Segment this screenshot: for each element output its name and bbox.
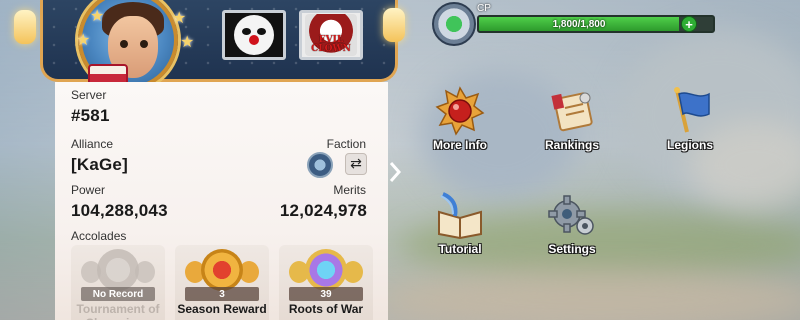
cp-value-text: 1,800/1,800 <box>552 18 606 30</box>
settings-button[interactable]: Settings <box>527 190 617 262</box>
background-stone-path <box>380 270 800 320</box>
accolade-count-badge: 3 <box>185 287 259 301</box>
more-info-label: More Info <box>433 138 487 152</box>
accolade-title: Season Reward <box>177 302 267 316</box>
accolade-count-badge: 39 <box>289 287 363 301</box>
season-medal-icon <box>201 249 243 291</box>
roots-of-war-medal-icon <box>305 249 347 291</box>
power-label: Power <box>71 183 106 197</box>
star-icon: ★ <box>172 10 187 27</box>
ruby-gem-icon <box>435 86 485 136</box>
accolades-label: Accolades <box>71 229 127 243</box>
avatar-eye <box>140 40 148 48</box>
accolade-title: Roots of War <box>288 302 364 316</box>
tutorial-label: Tutorial <box>438 242 482 256</box>
gear-settings-icon <box>548 195 594 235</box>
merits-value: 12,024,978 <box>279 201 367 220</box>
lantern-icon <box>14 10 36 44</box>
merits-label: Merits <box>333 183 366 197</box>
evil-clown-logo-icon: EVIL CLOWN <box>305 14 357 56</box>
accolade-count-badge: No Record <box>81 287 155 301</box>
server-label: Server <box>71 88 107 102</box>
alliance-label: Alliance <box>71 137 114 151</box>
faction-swap-button[interactable]: ⇄ <box>345 153 367 175</box>
cp-label: CP <box>477 3 491 14</box>
clown-emblem[interactable] <box>222 10 286 60</box>
legions-button[interactable]: Legions <box>645 86 735 158</box>
server-value: #581 <box>71 106 110 125</box>
scroll-rankings-icon <box>551 92 593 132</box>
avatar-eye <box>120 40 128 48</box>
alliance-value[interactable]: [KaGe] <box>71 155 128 175</box>
clown-face-icon <box>234 15 274 55</box>
cp-add-button[interactable]: + <box>681 16 697 32</box>
power-value: 104,288,043 <box>71 201 168 220</box>
star-icon: ★ <box>180 34 195 51</box>
rankings-label: Rankings <box>544 138 599 152</box>
accolade-card-tournament[interactable]: No Record Tournament of Champions <box>71 245 165 320</box>
tutorial-button[interactable]: Tutorial <box>415 190 505 262</box>
more-info-button[interactable]: More Info <box>415 86 505 158</box>
cp-gem-icon <box>432 2 476 46</box>
open-book-quill-icon <box>438 192 482 240</box>
faction-crest-icon[interactable] <box>307 152 333 178</box>
panel-collapse-arrow-icon[interactable] <box>388 160 402 184</box>
lantern-icon <box>383 8 405 42</box>
tournament-medal-icon <box>97 249 139 291</box>
accolade-card-roots-of-war[interactable]: 39 Roots of War <box>279 245 373 320</box>
legion-flag-icon <box>674 87 710 133</box>
accolade-card-season[interactable]: 3 Season Reward <box>175 245 269 320</box>
legions-label: Legions <box>666 138 713 152</box>
accolade-title: Tournament of Champions <box>76 302 160 320</box>
evil-clown-emblem[interactable]: EVIL CLOWN <box>299 10 363 60</box>
star-icon: ★ <box>90 8 105 25</box>
star-icon: ★ <box>76 32 91 49</box>
settings-label: Settings <box>548 242 596 256</box>
cp-progress-bar: 1,800/1,800 <box>477 15 715 33</box>
evil-clown-logo-text: EVIL CLOWN <box>311 35 351 54</box>
rankings-button[interactable]: Rankings <box>527 86 617 158</box>
faction-label: Faction <box>326 137 366 151</box>
